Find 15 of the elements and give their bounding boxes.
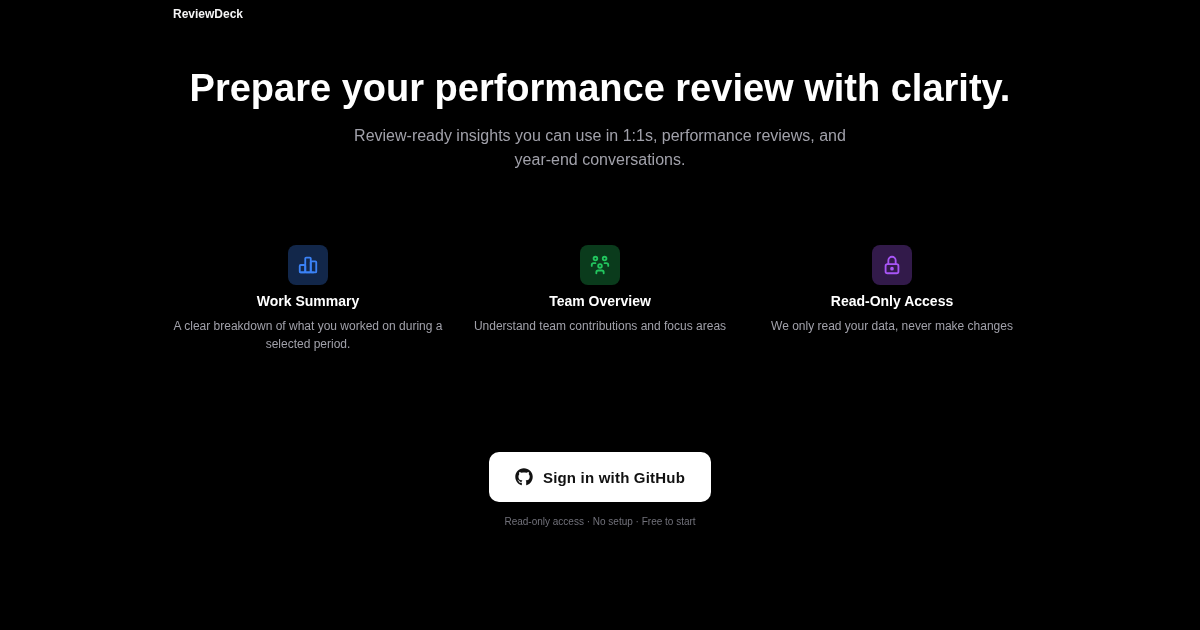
feature-description: Understand team contributions and focus areas <box>473 318 727 335</box>
feature-title: Team Overview <box>549 292 651 310</box>
github-icon <box>514 468 533 486</box>
github-sign-in-button[interactable]: Sign in with GitHub <box>489 452 711 502</box>
people-group-icon <box>580 245 620 285</box>
footnote-text: Read-only access · No setup · Free to start <box>504 515 696 529</box>
feature-description: We only read your data, never make changes <box>771 318 1013 335</box>
bar-chart-icon <box>288 245 328 285</box>
feature-title: Work Summary <box>256 292 360 310</box>
hero-title: Prepare your performance review with clarity. <box>189 66 1011 111</box>
hero-subtitle: Review-ready insights you can use in 1:1s, performance reviews, and year-end conversations. <box>353 126 847 170</box>
logo-text: ReviewDeck <box>173 7 244 21</box>
feature-title: Read-Only Access <box>830 292 954 310</box>
lock-icon <box>872 245 912 285</box>
feature-description: A clear breakdown of what you worked on during a selected period. <box>172 318 444 353</box>
